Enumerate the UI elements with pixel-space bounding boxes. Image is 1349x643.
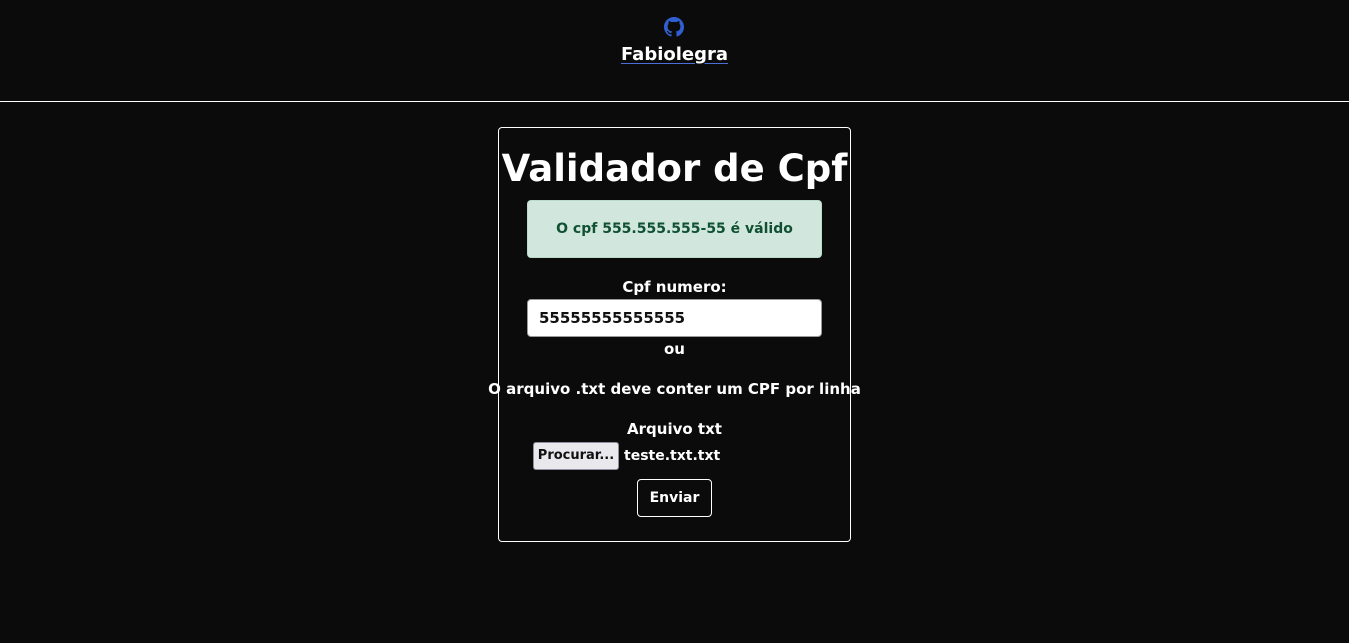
header: Fabiolegra [0, 0, 1349, 102]
cpf-input[interactable] [527, 299, 822, 337]
validation-result-alert: O cpf 555.555.555-55 é válido [527, 200, 822, 258]
file-hint-text: O arquivo .txt deve conter um CPF por li… [488, 380, 861, 398]
page-title: Validador de Cpf [501, 147, 848, 190]
file-label: Arquivo txt [627, 420, 722, 438]
file-browse-button[interactable]: Procurar... [533, 442, 619, 470]
github-icon[interactable] [664, 17, 684, 37]
selected-file-name: teste.txt.txt [624, 448, 721, 464]
cpf-label: Cpf numero: [622, 278, 727, 296]
github-profile-link[interactable]: Fabiolegra [0, 43, 1349, 67]
submit-button[interactable]: Enviar [637, 479, 712, 517]
or-text: ou [664, 340, 685, 358]
